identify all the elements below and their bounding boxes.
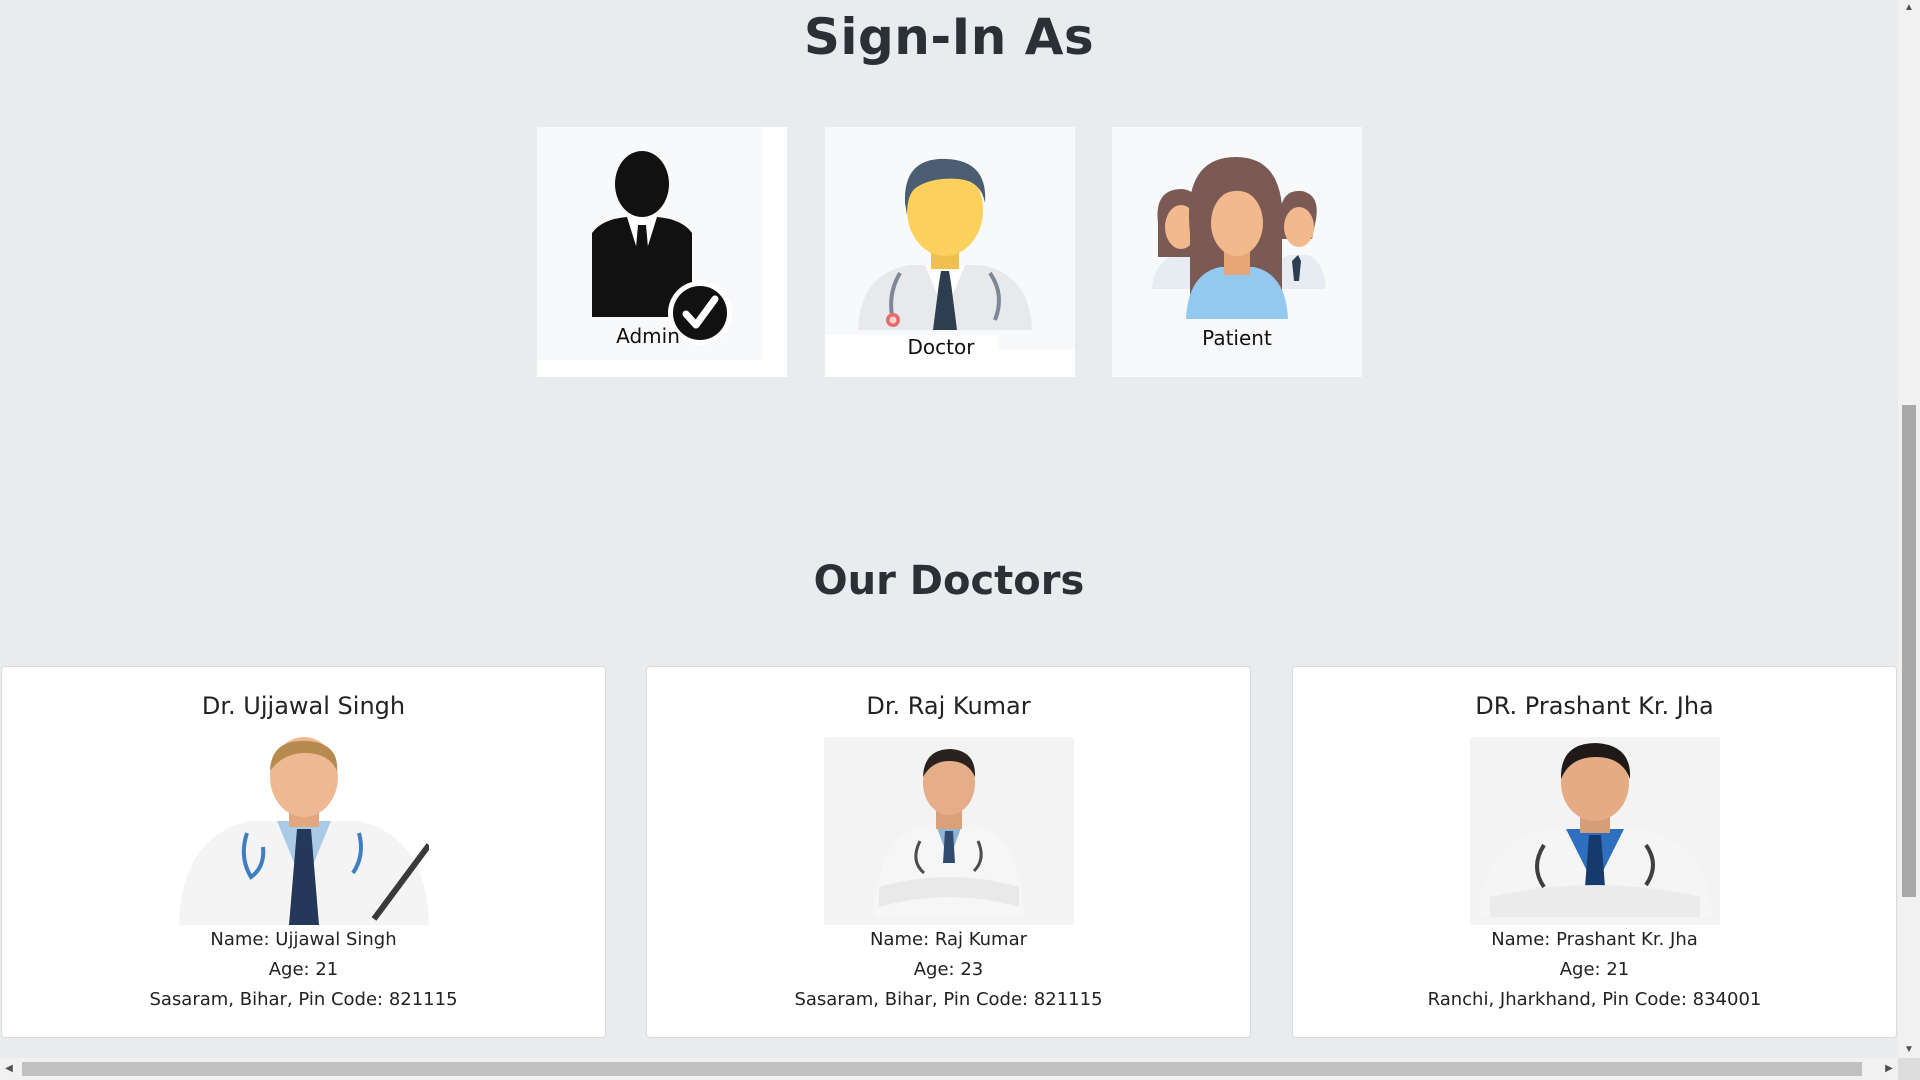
- patient-label: Patient: [1202, 326, 1272, 350]
- doctor-card-heading: Dr. Ujjawal Singh: [201, 692, 406, 720]
- doctor-card: DR. Prashant Kr. Jha Name: Prashant Kr. …: [1292, 666, 1897, 1038]
- doctor-card-heading: Dr. Raj Kumar: [866, 692, 1031, 720]
- scroll-left-arrow-icon[interactable]: ◀: [0, 1058, 18, 1080]
- signin-doctor-card[interactable]: Doctor: [825, 127, 1075, 377]
- doctor-name-line: Name: Prashant Kr. Jha: [1491, 929, 1698, 950]
- doctor-card: Dr. Raj Kumar Name: Raj Kumar Age: 23 Sa…: [646, 666, 1251, 1038]
- doctor-photo: [823, 737, 1074, 925]
- doctor-card-heading: DR. Prashant Kr. Jha: [1475, 692, 1714, 720]
- vertical-scrollbar-thumb[interactable]: [1902, 405, 1916, 897]
- admin-check-icon: [592, 151, 732, 345]
- doctor-label: Doctor: [907, 335, 975, 359]
- horizontal-scrollbar[interactable]: ◀ ▶: [0, 1058, 1898, 1080]
- horizontal-scrollbar-thumb[interactable]: [22, 1062, 1862, 1076]
- doctor-name-line: Name: Ujjawal Singh: [210, 929, 397, 950]
- doctor-icon: [858, 158, 1032, 330]
- doctor-photo: [1469, 737, 1720, 925]
- signin-admin-card[interactable]: Admin: [537, 127, 787, 377]
- admin-label: Admin: [616, 324, 680, 348]
- doctor-age-line: Age: 21: [268, 959, 339, 980]
- signin-patient-card[interactable]: Patient: [1112, 127, 1362, 377]
- signin-title: Sign-In As: [803, 8, 1095, 66]
- doctor-address-line: Sasaram, Bihar, Pin Code: 821115: [794, 989, 1103, 1010]
- scroll-right-arrow-icon[interactable]: ▶: [1880, 1058, 1898, 1080]
- doctor-address-line: Sasaram, Bihar, Pin Code: 821115: [149, 989, 458, 1010]
- scroll-up-arrow-icon[interactable]: ▲: [1898, 0, 1920, 16]
- our-doctors-title: Our Doctors: [813, 558, 1085, 604]
- page-viewport: Sign-In As Admin Doctor Patient Our Doct…: [0, 0, 1898, 1058]
- doctor-card: Dr. Ujjawal Singh Name: Ujjawal Singh Ag…: [1, 666, 606, 1038]
- doctor-photo: [178, 737, 429, 925]
- doctor-age-line: Age: 21: [1559, 959, 1630, 980]
- doctor-address-line: Ranchi, Jharkhand, Pin Code: 834001: [1427, 989, 1762, 1010]
- vertical-scrollbar[interactable]: ▲ ▼: [1898, 0, 1920, 1058]
- scroll-down-arrow-icon[interactable]: ▼: [1898, 1042, 1920, 1058]
- scrollbar-corner: [1898, 1058, 1920, 1080]
- doctor-name-line: Name: Raj Kumar: [869, 929, 1028, 950]
- doctor-age-line: Age: 23: [913, 959, 984, 980]
- patients-group-icon: [1152, 157, 1326, 319]
